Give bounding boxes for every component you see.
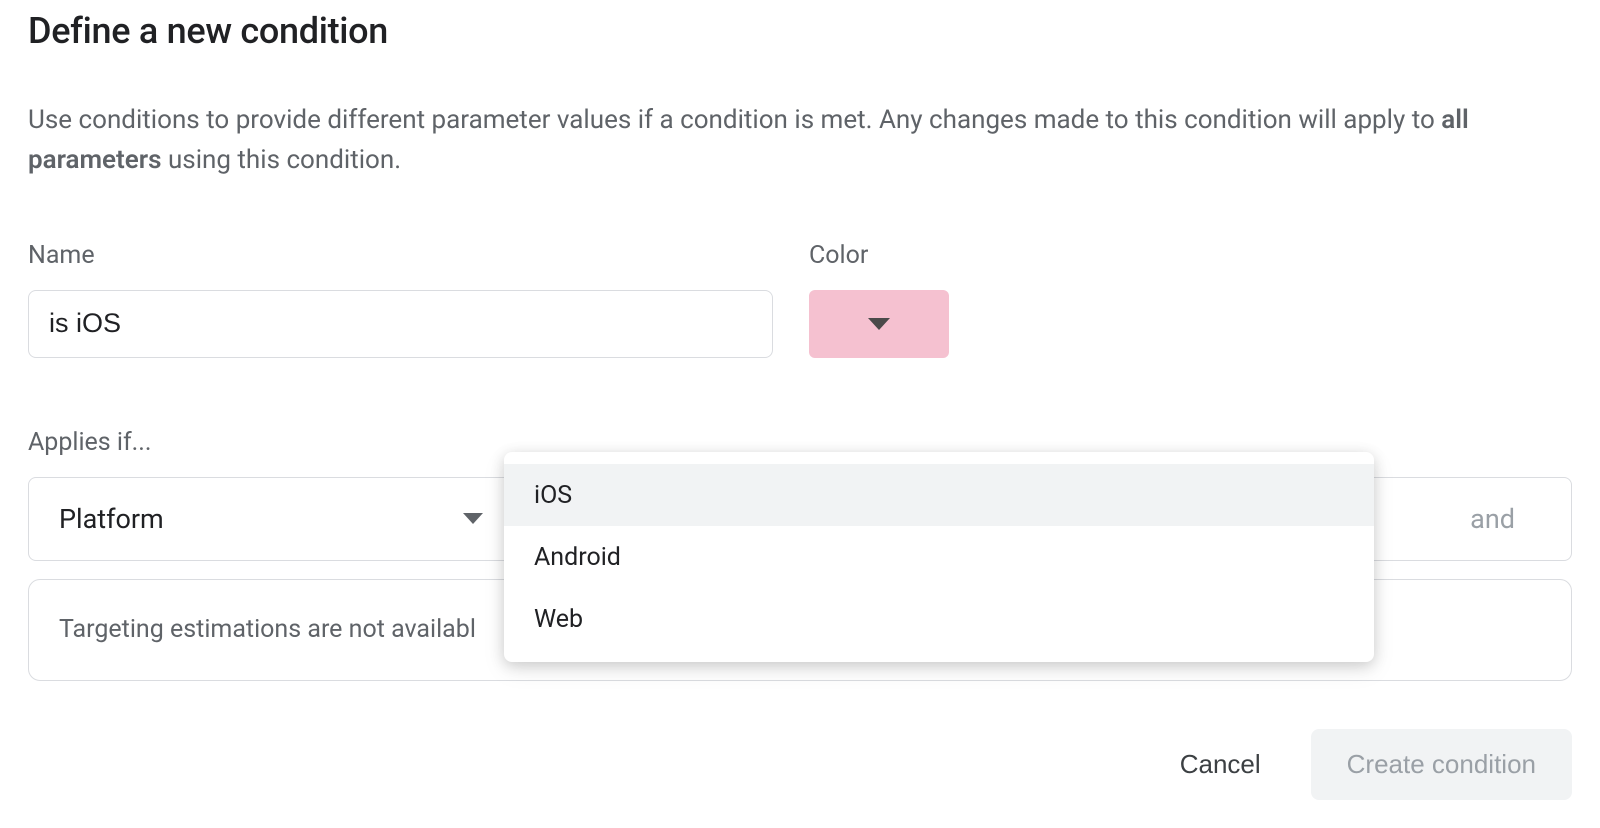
platform-dropdown-menu: iOS Android Web: [504, 452, 1374, 662]
condition-type-select[interactable]: Platform: [29, 478, 509, 560]
and-connector: and: [1470, 503, 1515, 535]
dialog-title: Define a new condition: [28, 10, 1572, 52]
dropdown-option-ios[interactable]: iOS: [504, 464, 1374, 526]
caret-down-icon: [463, 513, 483, 524]
cancel-button[interactable]: Cancel: [1172, 737, 1269, 792]
dropdown-option-android[interactable]: Android: [504, 526, 1374, 588]
name-label: Name: [28, 241, 773, 270]
dropdown-option-web[interactable]: Web: [504, 588, 1374, 650]
caret-down-icon: [868, 318, 890, 330]
targeting-estimation-text: Targeting estimations are not availabl: [59, 615, 476, 644]
description-suffix: using this condition.: [162, 145, 402, 175]
create-condition-button[interactable]: Create condition: [1311, 729, 1572, 800]
description-prefix: Use conditions to provide different para…: [28, 105, 1441, 135]
dialog-footer: Cancel Create condition: [28, 729, 1572, 800]
color-select[interactable]: [809, 290, 949, 358]
condition-type-value: Platform: [59, 503, 164, 535]
name-input[interactable]: [28, 290, 773, 358]
color-label: Color: [809, 241, 1009, 270]
dialog-description: Use conditions to provide different para…: [28, 100, 1488, 181]
